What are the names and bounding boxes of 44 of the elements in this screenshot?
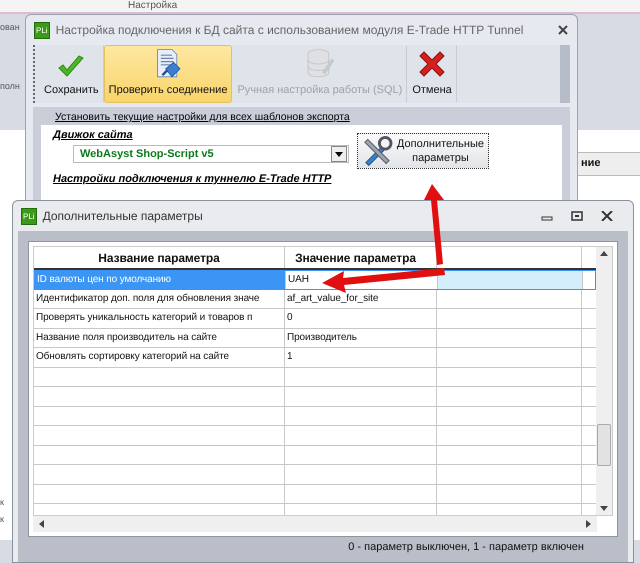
- table-row[interactable]: Обновлять сортировку категорий на сайте 1: [34, 348, 596, 368]
- tab-title: Настройка: [128, 0, 178, 11]
- section-label: Движок сайта: [53, 129, 134, 141]
- scroll-right-icon: [586, 520, 591, 528]
- section-label: Настройки подключения к туннелю E-Trade HTTP: [53, 173, 332, 185]
- column-header[interactable]: Название параметра: [34, 247, 285, 268]
- parameter-value[interactable]: UAH: [288, 271, 309, 288]
- toolbar-button[interactable]: Отмена: [407, 45, 457, 103]
- status-text: 0 - параметр выключен, 1 - параметр включен: [347, 540, 585, 555]
- table-row[interactable]: Название поля производитель на сайте Производитель: [34, 328, 596, 348]
- toolbar-button[interactable]: Проверить соединение: [104, 45, 232, 103]
- column-header: ние: [581, 157, 601, 169]
- restore-icon[interactable]: [571, 211, 583, 221]
- parameter-value[interactable]: 0: [287, 309, 292, 327]
- extra-params-button[interactable]: Дополнительные параметры: [357, 133, 489, 169]
- close-icon[interactable]: [557, 24, 569, 36]
- close-icon[interactable]: [601, 211, 613, 221]
- list-text: к: [0, 514, 4, 524]
- table-row[interactable]: Идентификатор доп. поля для обновления значе af_art_value_for_site: [34, 290, 596, 309]
- scroll-left-icon: [39, 520, 44, 528]
- table-row[interactable]: ID валюты цен по умолчанию UAH: [34, 270, 596, 290]
- list-text: к: [0, 497, 4, 507]
- scroll-down-icon: [600, 506, 608, 511]
- app-logo: PLi: [34, 22, 50, 38]
- engine-dropdown[interactable]: WebAsyst Shop-Script v5: [73, 145, 349, 163]
- apply-all-link[interactable]: Установить текущие настройки для всех шаблонов экспорта: [41, 107, 562, 123]
- parameter-value[interactable]: Производитель: [287, 328, 357, 346]
- toolbar-scrollbar[interactable]: [560, 45, 570, 103]
- toolbar-label: полн: [0, 81, 20, 91]
- parameter-name-cell[interactable]: Проверять уникальность категорий и товаров п: [34, 309, 285, 328]
- toolbar-label: ован: [0, 22, 20, 32]
- scrollbar-thumb[interactable]: [597, 424, 611, 466]
- parameter-name-cell[interactable]: Обновлять сортировку категорий на сайте: [34, 348, 285, 366]
- table-row[interactable]: Проверять уникальность категорий и товаров п 0: [34, 309, 596, 328]
- parameter-value[interactable]: af_art_value_for_site: [287, 290, 378, 308]
- dropdown-arrow-icon: [335, 152, 343, 156]
- window-title: Дополнительные параметры: [42, 209, 203, 223]
- parameter-name-cell[interactable]: Название поля производитель на сайте: [34, 328, 285, 347]
- app-logo: PLi: [21, 208, 37, 224]
- window-title: Настройка подключения к БД сайта с использованием модуля E-Trade HTTP Tunnel: [56, 23, 524, 37]
- tools-icon: [362, 135, 393, 167]
- scroll-up-icon: [600, 251, 608, 256]
- parameter-value[interactable]: 1: [287, 348, 292, 366]
- parameter-name-cell[interactable]: Идентификатор доп. поля для обновления значе: [34, 290, 285, 308]
